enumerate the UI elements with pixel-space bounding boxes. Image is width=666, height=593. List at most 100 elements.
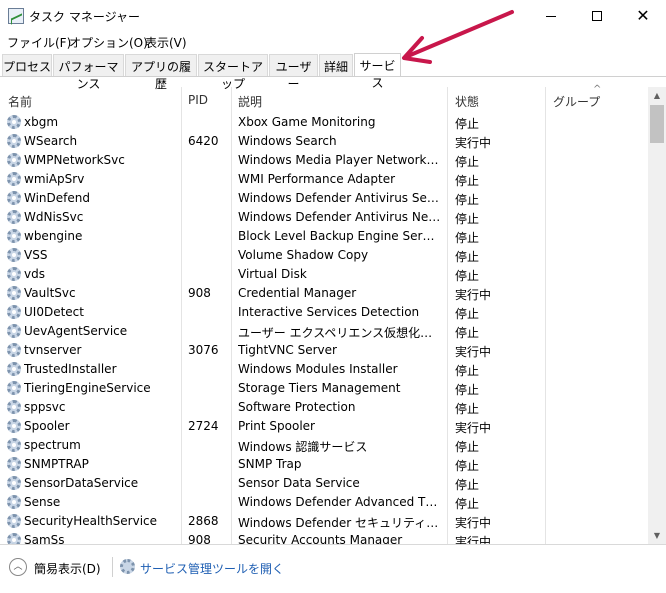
table-row[interactable]: SecurityHealthService 2868 Windows Defende… [0,512,648,531]
service-gear-icon [7,115,21,129]
service-status: 実行中 [455,535,492,544]
tab-users[interactable]: ユーザー [269,54,318,91]
service-status: 実行中 [455,516,492,530]
table-row[interactable]: xbgm Xbox Game Monitoring 停止 [0,113,648,132]
sort-indicator-icon: ^ [593,84,602,95]
scrollbar-thumb[interactable] [650,105,664,143]
chevron-up-icon[interactable]: ︿ [9,558,27,576]
service-name: VSS [24,248,48,262]
table-row[interactable]: UevAgentService ユーザー エクスペリエンス仮想化サービス停止 [0,322,648,341]
service-name: Spooler [24,419,70,433]
service-name: SamSs [24,533,65,544]
service-gear-icon [7,305,21,319]
table-row[interactable]: SensorDataService Sensor Data Service 停止 [0,474,648,493]
service-gear-icon [7,400,21,414]
service-description: Sensor Data Service [238,476,360,490]
service-name: xbgm [24,115,59,129]
close-icon: ✕ [636,6,650,25]
menu-options[interactable]: オプション(O) [69,34,148,51]
table-row[interactable]: spectrum Windows 認識サービス 停止 [0,436,648,455]
service-status: 停止 [455,155,480,169]
service-description: Windows Defender Advanced Threat... [238,495,441,509]
tab-details[interactable]: 詳細 [319,54,353,76]
menu-file[interactable]: ファイル(F) [7,34,71,51]
maximize-button[interactable] [574,0,620,32]
table-row[interactable]: sppsvc Software Protection 停止 [0,398,648,417]
service-name: UI0Detect [24,305,84,319]
service-name: UevAgentService [24,324,128,338]
service-description: Software Protection [238,400,356,414]
tab-startup[interactable]: スタートアップ [198,54,268,91]
service-description: Block Level Backup Engine Service [238,229,441,243]
service-status: 停止 [455,250,480,264]
column-header-group[interactable]: グループ [553,93,600,110]
service-status: 実行中 [455,421,492,435]
service-status: 実行中 [455,288,492,302]
table-row[interactable]: UI0Detect Interactive Services Detection 停… [0,303,648,322]
service-gear-icon [7,419,21,433]
tab-app-history[interactable]: アプリの履歴 [125,54,197,91]
service-name: SecurityHealthService [24,514,158,528]
service-status: 停止 [455,364,480,378]
table-row[interactable]: VSS Volume Shadow Copy 停止 [0,246,648,265]
table-row[interactable]: WdNisSvc Windows Defender Antivirus Netwo… [0,208,648,227]
service-gear-icon [7,343,21,357]
minimize-button[interactable] [528,0,574,32]
table-row[interactable]: wmiApSrv WMI Performance Adapter 停止 [0,170,648,189]
footer: ︿ 簡易表示(D) サービス管理ツールを開く [0,545,666,593]
table-row[interactable]: VaultSvc 908 Credential Manager 実行中 [0,284,648,303]
service-description: SNMP Trap [238,457,302,471]
scroll-down-icon[interactable]: ▼ [648,527,666,544]
table-row[interactable]: Spooler 2724 Print Spooler 実行中 [0,417,648,436]
annotation-arrow-icon [402,10,514,64]
open-services-link[interactable]: サービス管理ツールを開く [140,560,284,577]
service-gear-icon [7,476,21,490]
tab-processes[interactable]: プロセス [2,54,52,76]
table-row[interactable]: WMPNetworkSvc Windows Media Player Networ… [0,151,648,170]
tab-divider [0,76,666,77]
fewer-details-button[interactable]: 簡易表示(D) [34,560,101,577]
service-name: sppsvc [24,400,66,414]
service-name: WdNisSvc [24,210,84,224]
service-status: 実行中 [455,345,492,359]
service-name: VaultSvc [24,286,76,300]
service-name: SNMPTRAP [24,457,89,471]
column-header-name[interactable]: 名前 [8,93,32,110]
column-header-status[interactable]: 状態 [455,93,479,110]
table-row[interactable]: SamSs 908 Security Accounts Manager 実行中 [0,531,648,544]
table-row[interactable]: WinDefend Windows Defender Antivirus Serv… [0,189,648,208]
service-status: 停止 [455,307,480,321]
column-header-pid[interactable]: PID [188,93,208,107]
service-description: Windows Search [238,134,337,148]
column-header-description[interactable]: 説明 [238,93,262,110]
service-description: Windows Media Player Network Sha... [238,153,441,167]
table-row[interactable]: WSearch 6420 Windows Search 実行中 [0,132,648,151]
table-row[interactable]: TrustedInstaller Windows Modules Installe… [0,360,648,379]
service-status: 停止 [455,497,480,511]
close-button[interactable]: ✕ [620,0,666,32]
service-gear-icon [7,267,21,281]
table-row[interactable]: wbengine Block Level Backup Engine Servic… [0,227,648,246]
footer-separator [112,557,113,577]
service-description: Xbox Game Monitoring [238,115,376,129]
table-row[interactable]: SNMPTRAP SNMP Trap 停止 [0,455,648,474]
service-name: Sense [24,495,61,509]
service-gear-icon [7,381,21,395]
service-description: Storage Tiers Management [238,381,401,395]
service-name: vds [24,267,45,281]
scroll-up-icon[interactable]: ▲ [648,87,666,104]
gear-icon [120,559,135,574]
table-row[interactable]: TieringEngineService Storage Tiers Manage… [0,379,648,398]
tab-bar: プロセス パフォーマンス アプリの履歴 スタートアップ ユーザー 詳細 サービス [0,53,666,91]
service-status: 停止 [455,193,480,207]
table-row[interactable]: vds Virtual Disk 停止 [0,265,648,284]
title-bar: タスク マネージャー ✕ [0,0,666,32]
vertical-scrollbar[interactable]: ▲ ▼ [648,87,666,544]
service-name: WSearch [24,134,78,148]
tab-performance[interactable]: パフォーマンス [53,54,124,91]
table-row[interactable]: Sense Windows Defender Advanced Threat...… [0,493,648,512]
service-status: 停止 [455,383,480,397]
tab-services[interactable]: サービス [354,53,401,90]
table-row[interactable]: tvnserver 3076 TightVNC Server 実行中 [0,341,648,360]
menu-view[interactable]: 表示(V) [145,34,187,51]
